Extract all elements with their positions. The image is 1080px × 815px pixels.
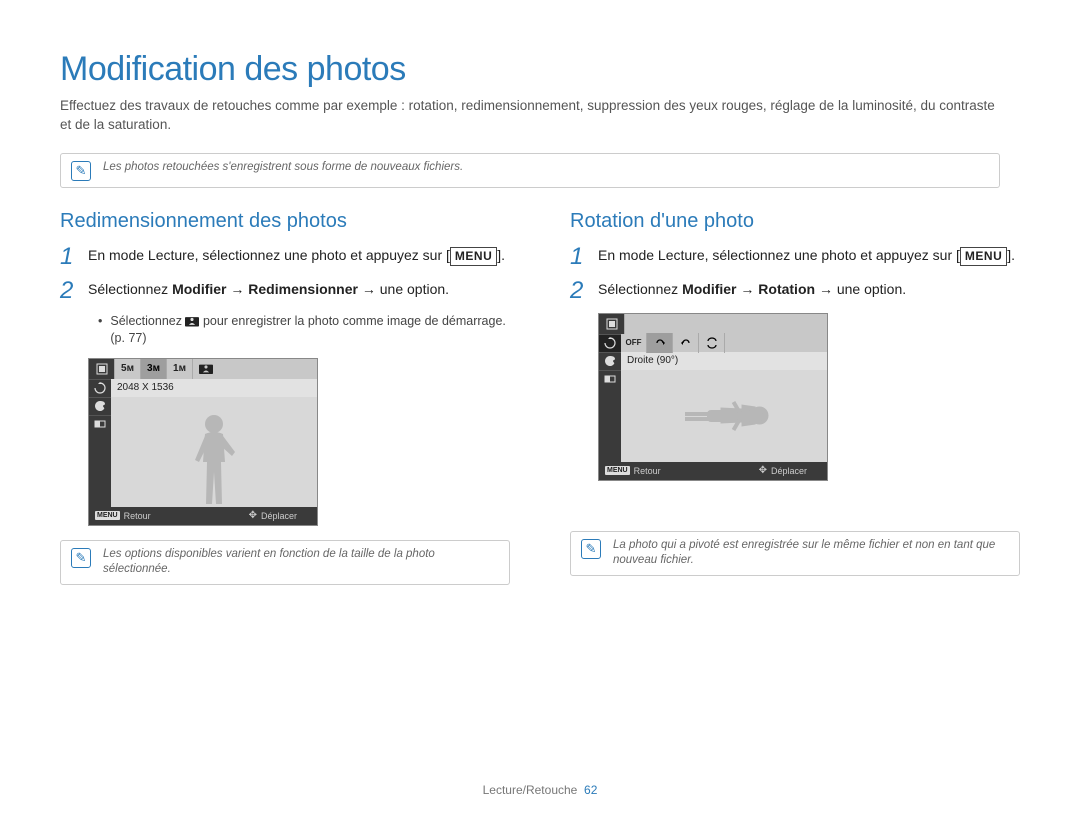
rotate-step-1: 1 En mode Lecture, sélectionnez une phot… — [570, 245, 1020, 269]
rotate-tool-icon — [599, 334, 621, 352]
step2-text-b: → une option. — [815, 281, 906, 297]
page-title: Modification des photos — [60, 50, 1020, 89]
startup-image-icon — [185, 315, 199, 327]
footer-section: Lecture/Retouche — [483, 783, 578, 797]
resize-camera-screen: 5ᴍ 3ᴍ 1ᴍ 2048 X 1536 — [88, 358, 318, 526]
person-silhouette — [189, 412, 239, 507]
menu-button-label: MENU — [450, 247, 497, 266]
resize-bullet: Sélectionnez pour enregistrer la photo c… — [60, 313, 510, 348]
step-number: 2 — [60, 279, 78, 303]
step-number: 1 — [570, 245, 588, 269]
step2-bold: Modifier → Rotation — [682, 281, 815, 297]
column-rotate: Rotation d'une photo 1 En mode Lecture, … — [570, 210, 1020, 607]
step2-bold: Modifier → Redimensionner — [172, 281, 358, 297]
resize-note-text: Les options disponibles varient en fonct… — [103, 547, 499, 578]
resize-note-box: ✎ Les options disponibles varient en fon… — [60, 540, 510, 585]
person-silhouette-rotated — [677, 391, 772, 441]
rotation-right-90 — [647, 333, 673, 353]
footer-page-number: 62 — [584, 783, 597, 797]
top-note-box: ✎ Les photos retouchées s'enregistrent s… — [60, 153, 1000, 188]
resize-step-1: 1 En mode Lecture, sélectionnez une phot… — [60, 245, 510, 269]
rotate-note-text: La photo qui a pivoté est enregistrée su… — [613, 538, 1009, 569]
rotate-camera-screen: OFF Droite (90°) — [598, 313, 828, 481]
note-icon: ✎ — [71, 161, 91, 181]
step2-text-a: Sélectionnez — [598, 281, 682, 297]
page-footer: Lecture/Retouche 62 — [0, 783, 1080, 797]
rotation-off: OFF — [621, 333, 647, 353]
rotate-step-2: 2 Sélectionnez Modifier → Rotation → une… — [570, 279, 1020, 303]
resize-info-label: 2048 X 1536 — [111, 382, 174, 393]
adjust-side-icon — [599, 370, 621, 388]
step1-text-b: ]. — [1007, 247, 1015, 263]
step1-text-a: En mode Lecture, sélectionnez une photo … — [88, 247, 450, 263]
step-number: 1 — [60, 245, 78, 269]
footer-move-label: Déplacer — [771, 466, 807, 476]
nav-icon: ✥ — [759, 465, 767, 476]
footer-menu-tag: MENU — [95, 511, 120, 520]
step2-text-a: Sélectionnez — [88, 281, 172, 297]
footer-back-label: Retour — [634, 466, 661, 476]
step1-text-b: ]. — [497, 247, 505, 263]
rotate-side-icon — [89, 379, 111, 397]
rotation-180 — [699, 333, 725, 353]
bullet-text-a: Sélectionnez — [110, 314, 185, 328]
size-option-1m: 1ᴍ — [167, 359, 193, 379]
menu-button-label: MENU — [960, 247, 1007, 266]
rotate-info-label: Droite (90°) — [621, 355, 678, 366]
footer-move-label: Déplacer — [261, 511, 297, 521]
resize-tool-icon — [89, 359, 115, 379]
size-option-startup — [193, 359, 219, 379]
top-note-text: Les photos retouchées s'enregistrent sou… — [103, 160, 463, 176]
column-resize: Redimensionnement des photos 1 En mode L… — [60, 210, 510, 607]
palette-side-icon — [89, 397, 111, 415]
heading-resize: Redimensionnement des photos — [60, 210, 510, 233]
step2-text-b: → une option. — [358, 281, 449, 297]
resize-tool-icon — [599, 314, 625, 334]
footer-back-label: Retour — [124, 511, 151, 521]
heading-rotate: Rotation d'une photo — [570, 210, 1020, 233]
intro-text: Effectuez des travaux de retouches comme… — [60, 97, 1000, 135]
rotate-note-box: ✎ La photo qui a pivoté est enregistrée … — [570, 531, 1020, 576]
note-icon: ✎ — [71, 548, 91, 568]
adjust-side-icon — [89, 415, 111, 433]
step1-text-a: En mode Lecture, sélectionnez une photo … — [598, 247, 960, 263]
size-option-3m: 3ᴍ — [141, 359, 167, 379]
nav-icon: ✥ — [249, 510, 257, 521]
step-number: 2 — [570, 279, 588, 303]
rotation-left-90 — [673, 333, 699, 353]
footer-menu-tag: MENU — [605, 466, 630, 475]
note-icon: ✎ — [581, 539, 601, 559]
size-option-5m: 5ᴍ — [115, 359, 141, 379]
resize-step-2: 2 Sélectionnez Modifier → Redimensionner… — [60, 279, 510, 303]
palette-side-icon — [599, 352, 621, 370]
